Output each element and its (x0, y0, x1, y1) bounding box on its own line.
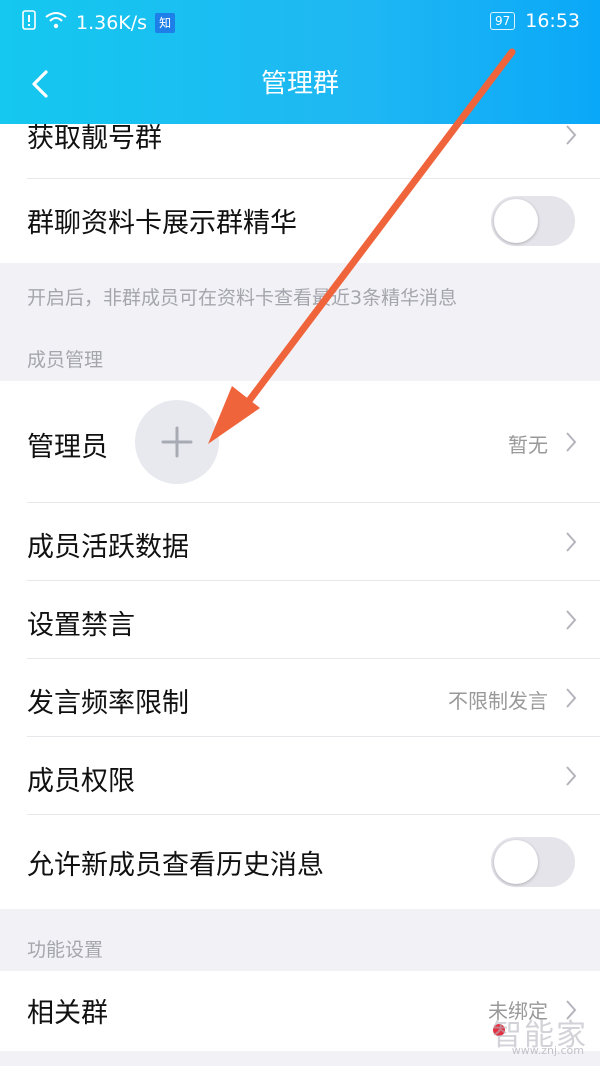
row-mute[interactable]: 设置禁言 (0, 581, 600, 659)
hint-area: 开启后，非群成员可在资料卡查看最近3条精华消息 (0, 263, 600, 323)
network-speed: 1.36K/s (76, 11, 148, 34)
app-notification-icon: 知 (155, 12, 176, 33)
chevron-right-icon (566, 432, 577, 452)
row-show-essence: 群聊资料卡展示群精华 (0, 179, 600, 263)
row-label: 成员权限 (27, 766, 135, 797)
row-rate-limit[interactable]: 发言频率限制 不限制发言 (0, 659, 600, 737)
row-label: 设置禁言 (27, 610, 135, 641)
add-admin-button[interactable] (135, 400, 219, 484)
chevron-right-icon (566, 532, 577, 552)
wifi-icon (44, 11, 68, 34)
history-toggle[interactable] (491, 837, 575, 887)
battery-icon: 97 (489, 12, 516, 30)
row-value: 不限制发言 (448, 689, 548, 713)
row-label: 管理员 (27, 432, 108, 463)
row-label: 获取靓号群 (27, 124, 162, 154)
row-member-permissions[interactable]: 成员权限 (0, 737, 600, 815)
watermark: 智能家 www.znj.com (468, 1010, 588, 1057)
row-history-messages: 允许新成员查看历史消息 (0, 815, 600, 909)
header: 1.36K/s 知 97 16:53 管理群 (0, 0, 600, 124)
chevron-right-icon (566, 766, 577, 786)
essence-toggle[interactable] (491, 196, 575, 246)
plus-icon (161, 426, 193, 458)
status-bar: 1.36K/s 知 97 16:53 (0, 0, 600, 44)
row-value: 暂无 (508, 433, 548, 457)
row-label: 允许新成员查看历史消息 (27, 850, 324, 881)
page-title: 管理群 (260, 69, 339, 99)
row-label: 群聊资料卡展示群精华 (27, 208, 297, 239)
row-member-activity[interactable]: 成员活跃数据 (0, 503, 600, 581)
section-header-member: 成员管理 (0, 323, 600, 381)
sim-alert-icon (22, 10, 36, 35)
settings-list: 获取靓号群 群聊资料卡展示群精华 开启后，非群成员可在资料卡查看最近3条精华消息… (0, 124, 600, 1051)
chevron-right-icon (566, 610, 577, 630)
toggle-knob (494, 199, 538, 243)
row-label: 发言频率限制 (27, 688, 189, 719)
watermark-url: www.znj.com (511, 1044, 584, 1057)
clock: 16:53 (525, 10, 580, 32)
row-admin[interactable]: 管理员 暂无 (0, 381, 600, 503)
chevron-right-icon (566, 688, 577, 708)
title-bar: 管理群 (0, 44, 600, 124)
essence-hint: 开启后，非群成员可在资料卡查看最近3条精华消息 (27, 287, 458, 309)
section-title: 功能设置 (27, 939, 104, 961)
section-header-features: 功能设置 (0, 909, 600, 971)
row-pretty-number-group[interactable]: 获取靓号群 (0, 124, 600, 179)
section-title: 成员管理 (27, 349, 104, 371)
row-label: 成员活跃数据 (27, 532, 189, 563)
toggle-knob (494, 840, 538, 884)
chevron-right-icon (566, 125, 577, 145)
row-label: 相关群 (27, 998, 108, 1029)
